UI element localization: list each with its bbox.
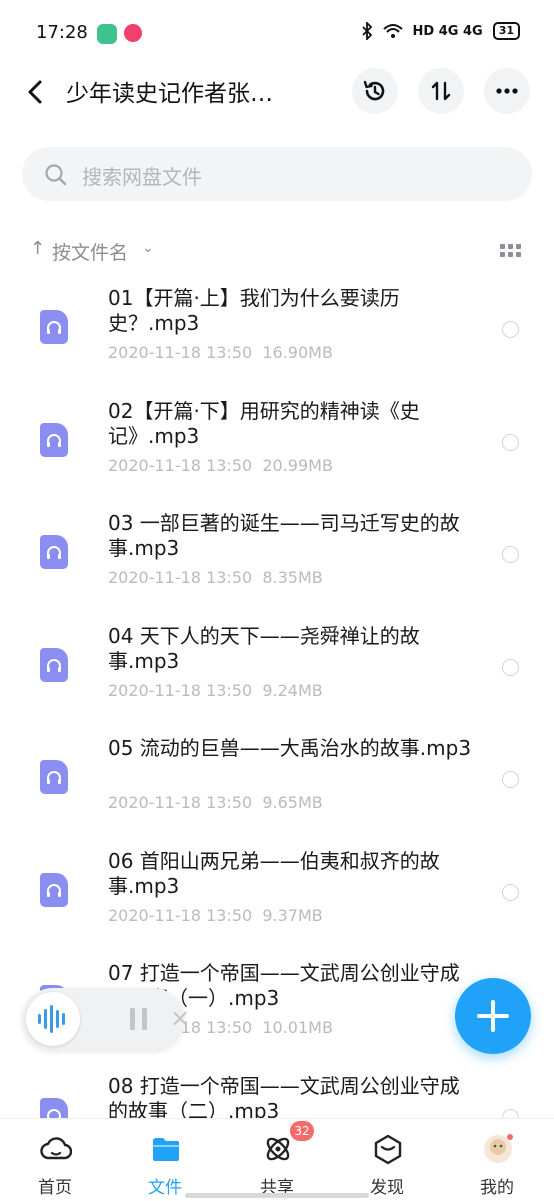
top-bar: 少年读史记作者张… bbox=[0, 66, 554, 118]
player-disc[interactable] bbox=[26, 992, 80, 1046]
file-meta: 2020-11-18 13:50 9.65MB bbox=[108, 793, 323, 812]
file-name: 01【开篇·上】我们为什么要读历史？.mp3 bbox=[108, 286, 400, 335]
plus-icon bbox=[477, 1000, 509, 1032]
sort-label[interactable]: 按文件名 bbox=[52, 238, 128, 265]
file-meta: 2020-11-18 13:50 9.37MB bbox=[108, 906, 323, 925]
file-name: 06 首阳山两兄弟——伯夷和叔齐的故事.mp3 bbox=[108, 848, 440, 898]
file-date: 2020-11-18 13:50 bbox=[108, 343, 253, 362]
audio-file-icon bbox=[40, 535, 68, 569]
tab-mine[interactable]: 我的 bbox=[452, 1119, 542, 1201]
select-radio[interactable] bbox=[502, 321, 519, 338]
tab-discover[interactable]: 发现 bbox=[342, 1119, 432, 1201]
file-meta: 2020-11-18 13:50 16.90MB bbox=[108, 343, 333, 362]
file-name: 02【开篇·下】用研究的精神读《史记》.mp3 bbox=[108, 398, 420, 448]
pause-icon[interactable] bbox=[128, 1007, 150, 1031]
search-icon bbox=[45, 164, 67, 186]
select-radio[interactable] bbox=[502, 883, 519, 901]
file-date: 2020-11-18 13:50 bbox=[108, 455, 253, 475]
file-size: 9.65MB bbox=[262, 793, 323, 812]
file-date: 2020-11-18 13:50 bbox=[108, 568, 253, 587]
file-row[interactable]: 03 一部巨著的诞生——司马迁写史的故事.mp3 2020-11-18 13:5… bbox=[0, 505, 554, 618]
file-date: 2020-11-18 13:50 bbox=[108, 793, 253, 812]
file-row[interactable]: 04 天下人的天下——尧舜禅让的故事.mp3 2020-11-18 13:50 … bbox=[0, 618, 554, 731]
tab-files[interactable]: 文件 bbox=[120, 1119, 210, 1201]
discover-box-icon bbox=[374, 1134, 402, 1165]
audio-file-icon bbox=[40, 647, 68, 682]
grid-view-icon[interactable] bbox=[500, 244, 522, 258]
bottom-tab-bar: 首页 文件 32 共享 发现 我的 bbox=[0, 1118, 554, 1201]
select-radio[interactable] bbox=[502, 433, 519, 451]
file-size: 8.35MB bbox=[262, 568, 323, 587]
audio-file-icon bbox=[40, 760, 68, 794]
file-row[interactable]: 02【开篇·下】用研究的精神读《史记》.mp3 2020-11-18 13:50… bbox=[0, 393, 554, 506]
search-placeholder: 搜索网盘文件 bbox=[82, 165, 202, 189]
app-notification-icon-2 bbox=[124, 24, 142, 42]
file-date: 2020-11-18 13:50 bbox=[108, 905, 253, 925]
file-name: 05 流动的巨兽——大禹治水的故事.mp3 bbox=[108, 736, 472, 760]
sort-bar: ↑ 按文件名 ⌄ bbox=[0, 232, 554, 270]
folder-icon bbox=[153, 1138, 179, 1161]
file-size: 10.01MB bbox=[262, 1018, 333, 1037]
more-dots-icon bbox=[496, 88, 518, 94]
wifi-icon bbox=[382, 24, 403, 38]
chevron-down-icon[interactable]: ⌄ bbox=[142, 240, 154, 256]
tab-label: 我的 bbox=[480, 1178, 514, 1198]
bluetooth-icon bbox=[361, 22, 372, 40]
file-meta: 2020-11-18 13:50 20.99MB bbox=[108, 456, 333, 475]
file-size: 20.99MB bbox=[262, 455, 333, 475]
audio-file-icon bbox=[40, 422, 68, 457]
history-button[interactable] bbox=[352, 68, 398, 114]
audio-wave-icon bbox=[38, 1005, 65, 1033]
tab-share[interactable]: 32 共享 bbox=[232, 1119, 322, 1201]
sort-arrows-icon bbox=[431, 81, 451, 101]
status-icons: HD 4G 4G 31 bbox=[361, 22, 520, 40]
search-input[interactable]: 搜索网盘文件 bbox=[22, 147, 532, 201]
audio-file-icon bbox=[40, 310, 68, 344]
file-date: 2020-11-18 13:50 bbox=[108, 680, 253, 700]
avatar-icon bbox=[484, 1134, 513, 1163]
file-size: 9.24MB bbox=[262, 680, 323, 700]
back-arrow-icon[interactable] bbox=[22, 76, 50, 108]
home-indicator bbox=[185, 1193, 369, 1198]
history-icon bbox=[363, 80, 385, 101]
select-radio[interactable] bbox=[502, 658, 519, 676]
file-name: 03 一部巨著的诞生——司马迁写史的故事.mp3 bbox=[108, 511, 460, 560]
share-badge: 32 bbox=[290, 1121, 314, 1141]
share-atom-icon bbox=[266, 1137, 290, 1161]
file-name: 08 打造一个帝国——文武周公创业守成的故事（二）.mp3 bbox=[108, 1073, 460, 1123]
close-icon[interactable]: × bbox=[170, 1004, 190, 1032]
more-button[interactable] bbox=[484, 68, 530, 114]
status-bar: 17:28 HD 4G 4G 31 bbox=[0, 0, 554, 66]
battery-icon: 31 bbox=[492, 22, 520, 40]
select-radio[interactable] bbox=[502, 771, 519, 788]
cloud-home-icon bbox=[40, 1137, 72, 1160]
sort-button[interactable] bbox=[418, 68, 464, 114]
add-button[interactable] bbox=[455, 978, 531, 1054]
sort-up-arrow-icon[interactable]: ↑ bbox=[30, 238, 45, 259]
file-meta: 2020-11-18 13:50 9.24MB bbox=[108, 681, 323, 700]
audio-file-icon bbox=[40, 872, 68, 907]
file-meta: 2020-11-18 13:50 8.35MB bbox=[108, 568, 323, 587]
network-indicator: HD 4G 4G bbox=[412, 23, 483, 39]
page-title: 少年读史记作者张… bbox=[66, 81, 273, 107]
file-row[interactable]: 05 流动的巨兽——大禹治水的故事.mp3 2020-11-18 13:50 9… bbox=[0, 730, 554, 843]
file-row[interactable]: 01【开篇·上】我们为什么要读历史？.mp3 2020-11-18 13:50 … bbox=[0, 280, 554, 393]
select-radio[interactable] bbox=[502, 546, 519, 563]
app-notification-icon bbox=[97, 24, 117, 44]
audio-mini-player[interactable]: × bbox=[22, 988, 190, 1050]
tab-label: 首页 bbox=[38, 1178, 72, 1198]
status-time: 17:28 bbox=[36, 22, 88, 43]
file-size: 16.90MB bbox=[262, 343, 333, 362]
file-size: 9.37MB bbox=[262, 905, 323, 925]
file-row[interactable]: 06 首阳山两兄弟——伯夷和叔齐的故事.mp3 2020-11-18 13:50… bbox=[0, 843, 554, 956]
tab-home[interactable]: 首页 bbox=[10, 1119, 100, 1201]
file-name: 04 天下人的天下——尧舜禅让的故事.mp3 bbox=[108, 623, 420, 673]
